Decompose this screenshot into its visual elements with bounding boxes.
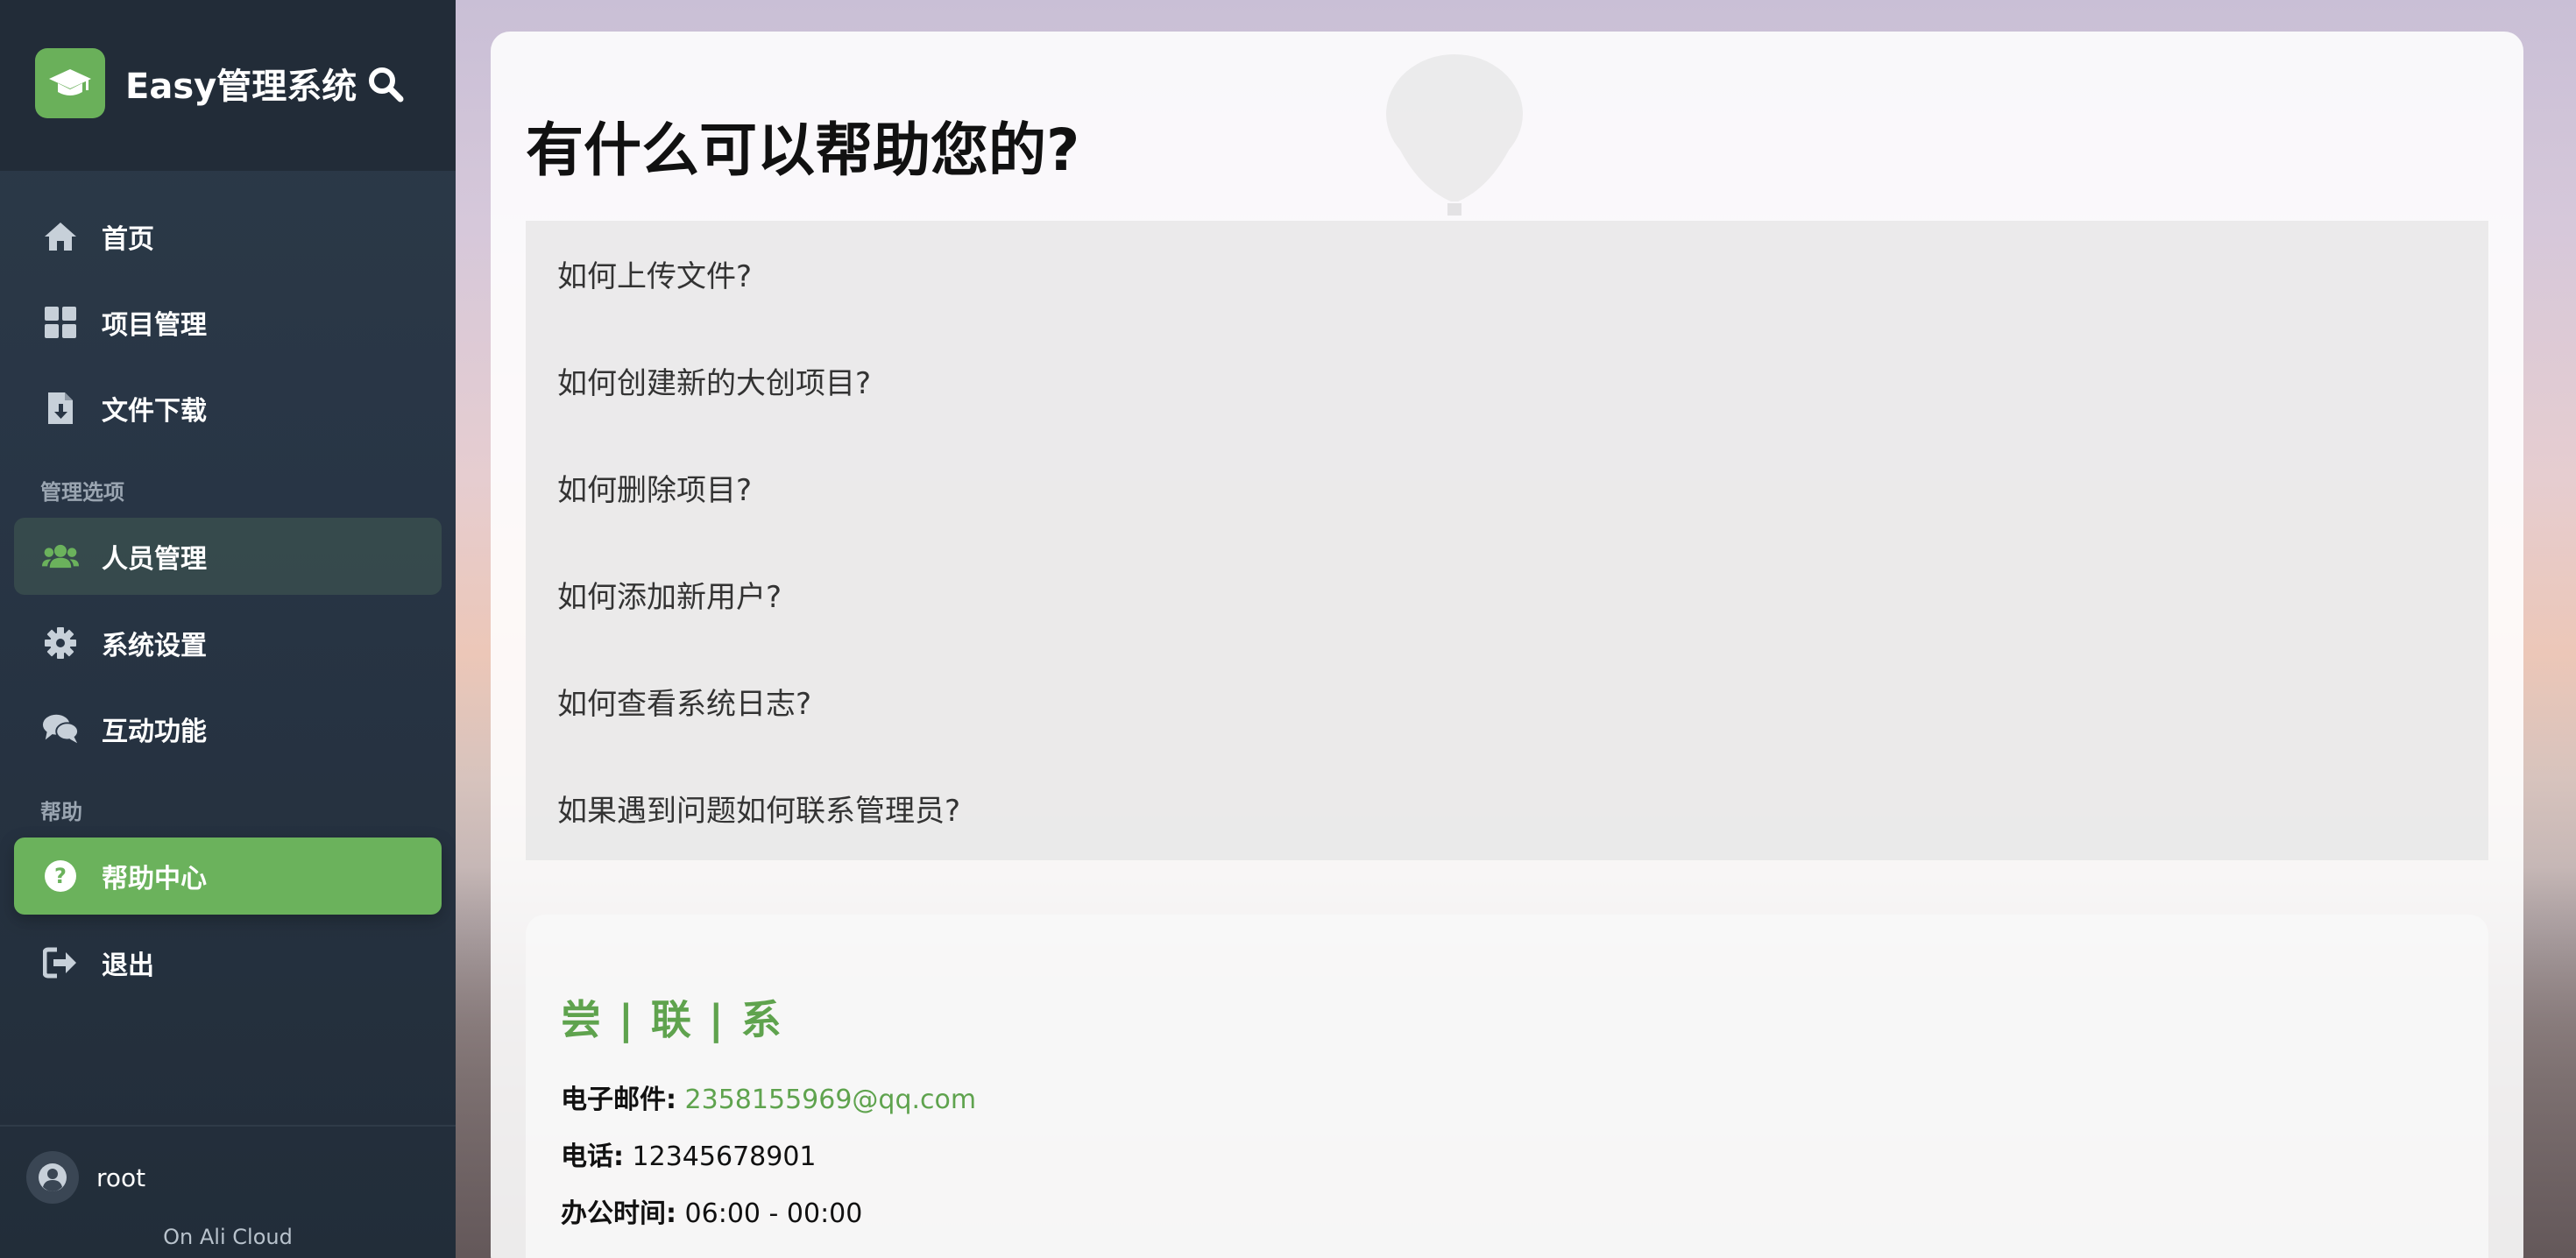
phone-value: 12345678901 <box>632 1141 817 1172</box>
faq-list: 如何上传文件? 如何创建新的大创项目? 如何删除项目? 如何添加新用户? 如何查… <box>526 221 2488 860</box>
sidebar: Easy管理系统 首页 项目管理 文件下载 管理选项 人员管理 系统设置 互动功… <box>0 0 456 1258</box>
contact-hours-line: 办公时间: 06:00 - 00:00 <box>561 1191 862 1230</box>
sidebar-footer: root On Ali Cloud <box>0 1125 456 1258</box>
contact-title: 尝 | 联 | 系 <box>561 996 783 1043</box>
sidebar-item-label: 文件下载 <box>102 396 207 427</box>
sidebar-item-help-center[interactable]: ? 帮助中心 <box>14 837 442 915</box>
email-label: 电子邮件: <box>561 1085 676 1115</box>
question-circle-icon: ? <box>42 858 79 894</box>
search-icon[interactable] <box>366 65 405 103</box>
faq-item[interactable]: 如果遇到问题如何联系管理员? <box>557 787 960 830</box>
users-icon <box>42 538 79 575</box>
sidebar-item-projects[interactable]: 项目管理 <box>14 284 442 361</box>
contact-email-line: 电子邮件: 2358155969@qq.com <box>561 1078 976 1116</box>
email-link[interactable]: 2358155969@qq.com <box>685 1085 977 1115</box>
contact-panel: 尝 | 联 | 系 电子邮件: 2358155969@qq.com 电话: 12… <box>526 915 2488 1258</box>
hours-value: 06:00 - 00:00 <box>684 1198 863 1229</box>
sign-out-icon <box>42 944 79 981</box>
sidebar-item-interaction[interactable]: 互动功能 <box>14 690 442 767</box>
sidebar-item-label: 帮助中心 <box>102 864 207 894</box>
faq-item[interactable]: 如何创建新的大创项目? <box>557 359 871 402</box>
faq-item[interactable]: 如何删除项目? <box>557 466 752 509</box>
sidebar-item-label: 项目管理 <box>102 310 207 341</box>
home-icon <box>42 218 79 255</box>
hours-label: 办公时间: <box>561 1198 676 1229</box>
avatar[interactable] <box>26 1151 79 1204</box>
file-download-icon <box>42 390 79 427</box>
faq-item[interactable]: 如何查看系统日志? <box>557 680 811 723</box>
sidebar-item-label: 系统设置 <box>102 631 207 661</box>
phone-label: 电话: <box>561 1141 624 1172</box>
contact-phone-line: 电话: 12345678901 <box>561 1134 817 1173</box>
page-title: 有什么可以帮助您的? <box>526 117 1080 184</box>
brand-header: Easy管理系统 <box>0 0 456 171</box>
sidebar-item-label: 首页 <box>102 224 154 255</box>
sidebar-item-label: 互动功能 <box>102 717 207 747</box>
username[interactable]: root <box>96 1163 145 1192</box>
section-label-help: 帮助 <box>40 800 82 824</box>
footer-note: On Ali Cloud <box>163 1225 293 1249</box>
faq-item[interactable]: 如何添加新用户? <box>557 573 782 616</box>
svg-text:?: ? <box>54 864 67 888</box>
balloon-decoration <box>1386 54 1523 216</box>
faq-item[interactable]: 如何上传文件? <box>557 252 752 295</box>
sidebar-item-logout[interactable]: 退出 <box>14 924 442 1001</box>
sidebar-item-downloads[interactable]: 文件下载 <box>14 370 442 447</box>
gear-icon <box>42 625 79 661</box>
sidebar-item-home[interactable]: 首页 <box>14 198 442 275</box>
sidebar-item-users[interactable]: 人员管理 <box>14 518 442 595</box>
sidebar-item-settings[interactable]: 系统设置 <box>14 604 442 682</box>
sidebar-item-label: 人员管理 <box>102 544 207 575</box>
grid-icon <box>42 304 79 341</box>
section-label-admin: 管理选项 <box>40 480 124 505</box>
sidebar-item-label: 退出 <box>102 951 154 981</box>
app-title: Easy管理系统 <box>125 67 357 107</box>
graduation-cap-icon[interactable] <box>35 48 105 118</box>
comments-icon <box>42 710 79 747</box>
